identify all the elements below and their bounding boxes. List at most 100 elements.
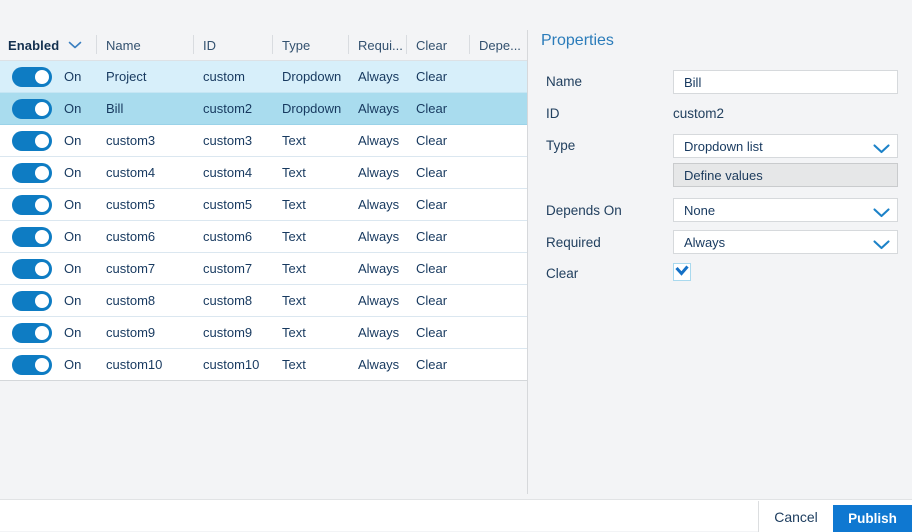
name-input[interactable]	[673, 70, 898, 94]
toggle-knob	[35, 230, 49, 244]
cell-name: Bill	[96, 93, 193, 124]
define-values-button[interactable]: Define values	[673, 163, 898, 187]
clear-action[interactable]: Clear	[406, 189, 469, 220]
toggle-knob	[35, 166, 49, 180]
cell-required: Always	[348, 189, 406, 220]
toggle-state-label: On	[64, 61, 81, 92]
table-row[interactable]: On Bill custom2 Dropdown Always Clear	[0, 93, 527, 125]
cell-type: Text	[272, 317, 348, 348]
cell-type: Dropdown	[272, 61, 348, 92]
table-row[interactable]: On custom10 custom10 Text Always Clear	[0, 349, 527, 381]
cell-id: custom8	[193, 285, 272, 316]
cell-depends	[469, 189, 527, 220]
column-header-type: Type	[272, 30, 348, 60]
required-dropdown-value: Always	[684, 235, 725, 250]
toggle-state-label: On	[64, 125, 81, 156]
table-row[interactable]: On Project custom Dropdown Always Clear	[0, 61, 527, 93]
enabled-toggle[interactable]	[12, 355, 52, 375]
clear-action[interactable]: Clear	[406, 61, 469, 92]
table-row[interactable]: On custom8 custom8 Text Always Clear	[0, 285, 527, 317]
properties-panel: Properties Name ID custom2 Type Dropdown…	[528, 0, 912, 499]
cell-id: custom	[193, 61, 272, 92]
enabled-toggle[interactable]	[12, 323, 52, 343]
cell-id: custom10	[193, 349, 272, 380]
cancel-button[interactable]: Cancel	[759, 501, 833, 532]
cell-depends	[469, 221, 527, 252]
clear-action[interactable]: Clear	[406, 221, 469, 252]
toggle-state-label: On	[64, 349, 81, 380]
clear-action[interactable]: Clear	[406, 285, 469, 316]
cell-depends	[469, 317, 527, 348]
toggle-knob	[35, 294, 49, 308]
type-label: Type	[546, 138, 575, 153]
required-label: Required	[546, 235, 601, 250]
cell-name: custom6	[96, 221, 193, 252]
table-body: On Project custom Dropdown Always Clear …	[0, 60, 527, 381]
table-row[interactable]: On custom6 custom6 Text Always Clear	[0, 221, 527, 253]
table-header: Enabled Name ID Type Requi... Clear Depe…	[0, 30, 527, 60]
cell-name: custom9	[96, 317, 193, 348]
toggle-state-label: On	[64, 157, 81, 188]
clear-action[interactable]: Clear	[406, 317, 469, 348]
cell-depends	[469, 349, 527, 380]
cell-depends	[469, 253, 527, 284]
required-dropdown[interactable]: Always	[673, 230, 898, 254]
table-row[interactable]: On custom4 custom4 Text Always Clear	[0, 157, 527, 189]
toggle-knob	[35, 262, 49, 276]
cell-name: custom10	[96, 349, 193, 380]
toggle-knob	[35, 198, 49, 212]
clear-checkbox[interactable]	[673, 263, 691, 281]
enabled-toggle[interactable]	[12, 259, 52, 279]
toggle-state-label: On	[64, 221, 81, 252]
clear-action[interactable]: Clear	[406, 253, 469, 284]
cell-id: custom3	[193, 125, 272, 156]
cell-depends	[469, 125, 527, 156]
depends-on-dropdown-value: None	[684, 203, 715, 218]
cell-type: Dropdown	[272, 93, 348, 124]
clear-action[interactable]: Clear	[406, 349, 469, 380]
cell-name: custom3	[96, 125, 193, 156]
chevron-down-icon	[68, 41, 82, 49]
cell-enabled: On	[0, 253, 96, 284]
column-header-name: Name	[96, 30, 193, 60]
chevron-down-icon	[873, 206, 890, 221]
depends-on-dropdown[interactable]: None	[673, 198, 898, 222]
cell-required: Always	[348, 317, 406, 348]
table-row[interactable]: On custom9 custom9 Text Always Clear	[0, 317, 527, 349]
enabled-toggle[interactable]	[12, 67, 52, 87]
cell-id: custom7	[193, 253, 272, 284]
enabled-toggle[interactable]	[12, 99, 52, 119]
column-header-enabled[interactable]: Enabled	[0, 30, 96, 60]
cell-type: Text	[272, 349, 348, 380]
clear-action[interactable]: Clear	[406, 125, 469, 156]
table-row[interactable]: On custom3 custom3 Text Always Clear	[0, 125, 527, 157]
cell-name: custom4	[96, 157, 193, 188]
table-row[interactable]: On custom5 custom5 Text Always Clear	[0, 189, 527, 221]
cell-required: Always	[348, 221, 406, 252]
chevron-down-icon	[873, 142, 890, 157]
checkmark-icon	[675, 263, 689, 281]
cell-required: Always	[348, 253, 406, 284]
clear-action[interactable]: Clear	[406, 93, 469, 124]
id-label: ID	[546, 106, 560, 121]
publish-button[interactable]: Publish	[833, 505, 912, 532]
toggle-knob	[35, 134, 49, 148]
column-header-id: ID	[193, 30, 272, 60]
clear-label: Clear	[546, 266, 578, 281]
cell-enabled: On	[0, 221, 96, 252]
type-dropdown[interactable]: Dropdown list	[673, 134, 898, 158]
cell-name: custom7	[96, 253, 193, 284]
cell-type: Text	[272, 157, 348, 188]
cell-id: custom6	[193, 221, 272, 252]
clear-action[interactable]: Clear	[406, 157, 469, 188]
cell-depends	[469, 61, 527, 92]
enabled-toggle[interactable]	[12, 163, 52, 183]
enabled-toggle[interactable]	[12, 291, 52, 311]
cell-enabled: On	[0, 189, 96, 220]
table-row[interactable]: On custom7 custom7 Text Always Clear	[0, 253, 527, 285]
enabled-toggle[interactable]	[12, 195, 52, 215]
cell-type: Text	[272, 285, 348, 316]
enabled-toggle[interactable]	[12, 227, 52, 247]
cell-id: custom5	[193, 189, 272, 220]
enabled-toggle[interactable]	[12, 131, 52, 151]
